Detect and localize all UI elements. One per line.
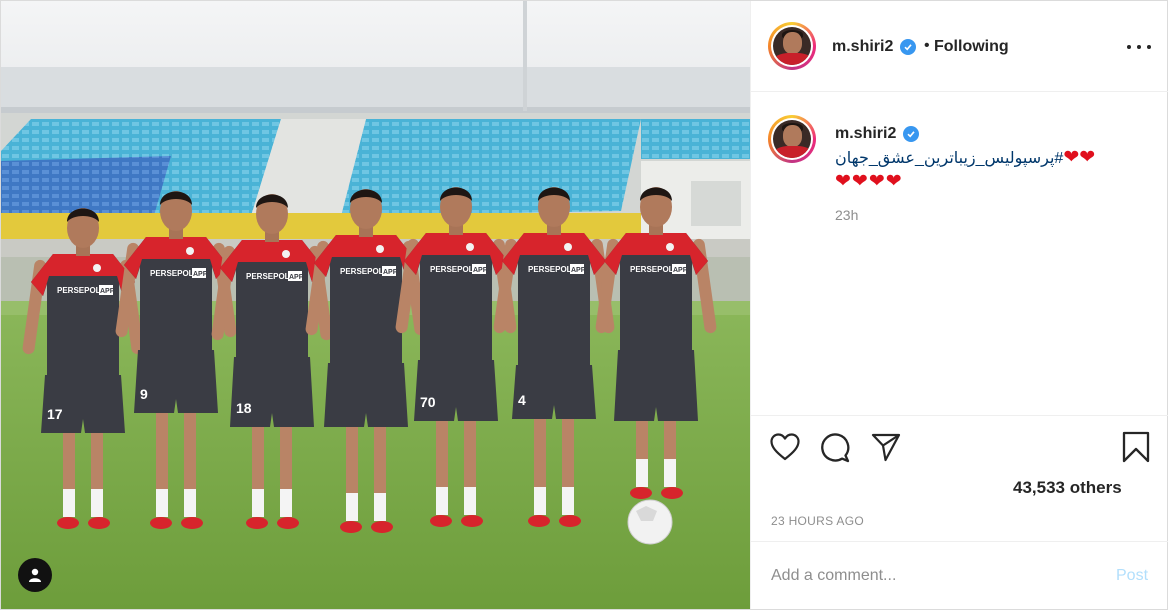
profile-avatar-icon (773, 27, 811, 65)
jersey-sponsor-app: APP (383, 269, 398, 276)
shorts-number: 18 (236, 400, 252, 416)
jersey-sponsor-app: APP (473, 267, 488, 274)
separator-dot: • (924, 37, 930, 54)
share-button[interactable] (869, 430, 903, 464)
comment-input[interactable] (771, 562, 1091, 590)
shorts-number: 17 (47, 406, 63, 422)
post-caption: #پرسپولیس_زیباترین_عشق_جهان❤❤ ❤❤❤❤ (835, 146, 1145, 194)
caption-line-2: ❤❤❤❤ (835, 170, 1145, 194)
jersey-sponsor-app: APP (289, 274, 304, 281)
caption-author-avatar[interactable] (768, 115, 816, 163)
shorts-number: 70 (420, 394, 436, 410)
profile-avatar-icon (773, 120, 811, 158)
caption-username[interactable]: m.shiri2 (835, 125, 896, 143)
user-tag-button[interactable] (18, 558, 52, 592)
shorts-number: 4 (518, 392, 526, 408)
following-button[interactable]: Following (934, 38, 1009, 56)
post-timestamp[interactable]: 23 HOURS AGO (771, 514, 864, 528)
caption-line-1: #پرسپولیس_زیباترین_عشق_جهان❤❤ (835, 146, 1145, 170)
like-button[interactable] (768, 430, 802, 464)
verified-badge-icon (903, 126, 919, 142)
author-avatar[interactable] (768, 22, 816, 70)
more-options-icon[interactable] (1127, 37, 1151, 57)
post-details-panel: m.shiri2 • Following m.shiri2 #پرسپولیس_… (750, 1, 1168, 609)
comment-button[interactable] (818, 430, 852, 464)
verified-badge-icon (900, 39, 916, 55)
post-header: m.shiri2 • Following (751, 1, 1168, 92)
add-comment-form: Post (751, 541, 1168, 609)
jersey-sponsor-app: APP (193, 271, 208, 278)
instagram-post: PERSEPOLIS APP 17 PERSEPOLIS APP 9 PERSEPOLIS A… (0, 0, 1168, 610)
jersey-sponsor-app: APP (571, 267, 586, 274)
post-comment-button[interactable]: Post (1116, 567, 1148, 585)
heart-outline-icon (770, 433, 800, 461)
comments-section: m.shiri2 #پرسپولیس_زیباترین_عشق_جهان❤❤ ❤… (751, 93, 1168, 415)
post-photo[interactable]: PERSEPOLIS APP 17 PERSEPOLIS APP 9 PERSEPOLIS A… (1, 1, 750, 609)
comment-bubble-icon (821, 433, 850, 463)
caption-time: 23h (835, 207, 859, 223)
paper-plane-icon (871, 433, 901, 462)
hearts-emoji: ❤❤ (1063, 147, 1096, 168)
user-tag-icon (29, 568, 41, 582)
team-photo: PERSEPOLISAPP17PERSEPOLISAPP9PERSEPOLISA… (1, 1, 750, 609)
bookmark-icon (1122, 431, 1150, 463)
hashtag-link[interactable]: #پرسپولیس_زیباترین_عشق_جهان (835, 150, 1063, 167)
likes-count[interactable]: 43,533 others (1013, 478, 1122, 498)
jersey-sponsor-app: APP (673, 267, 688, 274)
save-button[interactable] (1119, 430, 1153, 464)
shorts-number: 9 (140, 386, 148, 402)
hearts-emoji: ❤❤❤❤ (835, 171, 903, 192)
author-username[interactable]: m.shiri2 (832, 38, 893, 56)
jersey-sponsor-app: APP (100, 288, 115, 295)
post-actions: 43,533 others 23 HOURS AGO (751, 415, 1168, 541)
